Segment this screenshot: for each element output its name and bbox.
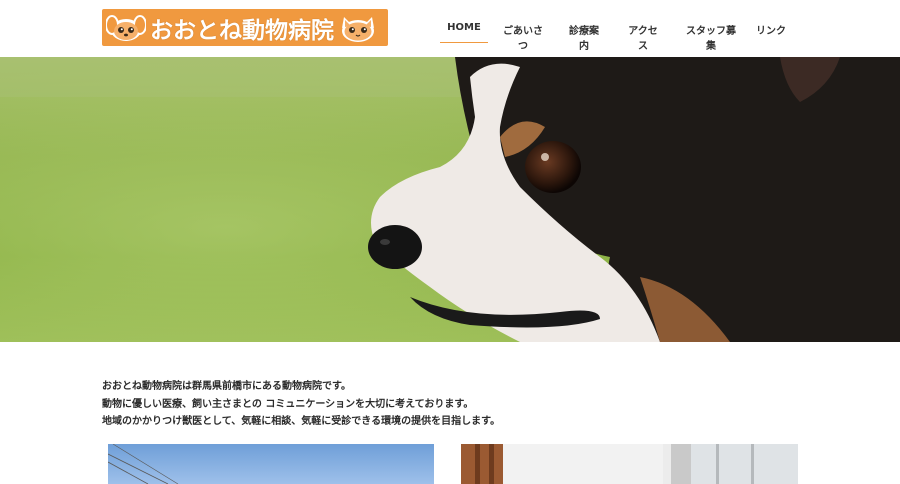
nav-recruit-label: スタッフ募集 [686,26,736,52]
nav-home[interactable]: HOME [440,0,488,43]
main-nav: HOME ごあいさつ 診療案内 アクセス スタッフ募集 リンク [440,0,786,57]
intro-line-1: おおとね動物病院は群馬県前橋市にある動物病院です。 [102,381,351,392]
cat-mascot-icon [342,16,374,42]
hero-image [0,57,900,342]
nav-recruit[interactable]: スタッフ募集 [682,0,740,52]
clinic-interior-photo [461,444,798,484]
nav-links-label: リンク [756,26,786,37]
intro-line-2: 動物に優しい医療、飼い主さまとの コミュニケーションを大切に考えております。 [102,398,474,410]
hero-dog-photo [0,57,900,342]
nav-greeting-label: ごあいさつ [503,26,543,52]
logo-title: おおとね動物病院 [150,17,334,44]
nav-services-label: 診療案内 [569,26,599,52]
sky-photo [108,444,434,484]
nav-home-label: HOME [447,22,481,33]
intro-text: おおとね動物病院は群馬県前橋市にある動物病院です。 動物に優しい医療、飼い主さま… [102,378,500,431]
site-header: おおとね動物病院 HOME ごあいさつ 診療案内 アクセス スタッフ募集 リンク [0,0,900,57]
dog-mascot-icon [106,14,146,41]
interior-photo [461,444,798,484]
site-logo[interactable]: おおとね動物病院 [102,9,388,46]
nav-access[interactable]: アクセス [624,0,662,52]
nav-access-label: アクセス [628,26,658,52]
nav-services[interactable]: 診療案内 [565,0,603,52]
intro-line-3: 地域のかかりつけ獣医として、気軽に相談、気軽に受診できる環境の提供を目指します。 [102,416,501,427]
nav-greeting[interactable]: ごあいさつ [500,0,546,52]
nav-links[interactable]: リンク [756,0,786,42]
clinic-exterior-photo [108,444,434,484]
